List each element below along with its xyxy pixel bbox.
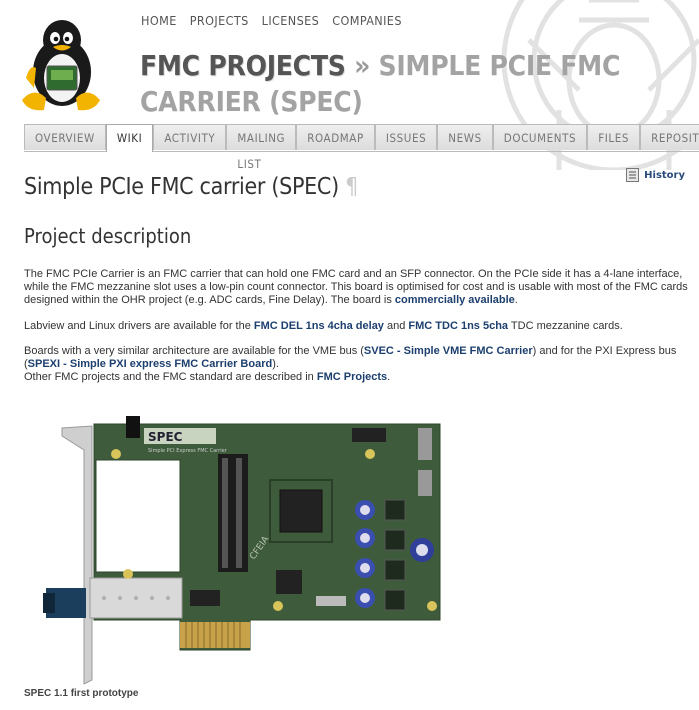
wiki-content: History Simple PCIe FMC carrier (SPEC) ¶… xyxy=(24,160,692,384)
para3-text-1: Boards with a very similar architecture … xyxy=(24,345,364,357)
paragraph-drivers: Labview and Linux drivers are available … xyxy=(24,320,692,333)
tab-documents[interactable]: DOCUMENTS xyxy=(492,124,588,150)
tux-logo[interactable] xyxy=(18,16,104,112)
tab-overview[interactable]: OVERVIEW xyxy=(24,124,106,150)
paragraph-description: The FMC PCIe Carrier is an FMC carrier t… xyxy=(24,268,692,307)
para2-text-1: Labview and Linux drivers are available … xyxy=(24,320,254,332)
paragraph-similar-boards: Boards with a very similar architecture … xyxy=(24,345,692,371)
top-nav: HOME PROJECTS LICENSES COMPANIES xyxy=(141,13,415,28)
spec-board-image: SPEC Simple PCI Express FMC Carrier CFEI… xyxy=(43,416,441,685)
project-title: FMC PROJECTS » SIMPLE PCIE FMC CARRIER (… xyxy=(140,48,680,120)
fmc-tdc-link[interactable]: FMC TDC 1ns 5cha xyxy=(408,320,508,332)
page-title-text: Simple PCIe FMC carrier (SPEC) xyxy=(24,174,339,200)
commercially-available-link[interactable]: commercially available xyxy=(395,294,515,306)
tab-repository[interactable]: REPOSITORY xyxy=(640,124,699,150)
project-tabs: OVERVIEW WIKI ACTIVITY MAILING LIST ROAD… xyxy=(24,124,699,171)
history-icon xyxy=(626,168,640,182)
title-separator: » xyxy=(354,49,371,82)
history-label: History xyxy=(644,169,685,181)
nav-licenses[interactable]: LICENSES xyxy=(262,13,320,28)
fmc-del-link[interactable]: FMC DEL 1ns 4cha delay xyxy=(254,320,384,332)
tab-roadmap[interactable]: ROADMAP xyxy=(296,124,375,150)
image-caption: SPEC 1.1 first prototype xyxy=(24,688,139,699)
tab-wiki[interactable]: WIKI xyxy=(105,124,154,152)
nav-companies[interactable]: COMPANIES xyxy=(332,13,402,28)
nav-home[interactable]: HOME xyxy=(141,13,177,28)
para2-text-2: and xyxy=(383,320,409,332)
header: HOME PROJECTS LICENSES COMPANIES FMC PRO… xyxy=(0,0,699,170)
nav-projects[interactable]: PROJECTS xyxy=(190,13,249,28)
svec-link[interactable]: SVEC - Simple VME FMC Carrier xyxy=(364,345,533,357)
para2-text-3: TDC mezzanine cards. xyxy=(508,320,623,332)
tab-mailing-list[interactable]: MAILING LIST xyxy=(226,124,297,171)
para4-text-1: Other FMC projects and the FMC standard … xyxy=(24,371,317,383)
board-label: SPEC xyxy=(148,430,183,444)
board-sublabel: Simple PCI Express FMC Carrier xyxy=(148,448,228,454)
tab-news[interactable]: NEWS xyxy=(437,124,493,150)
section-title: Project description xyxy=(24,224,192,248)
tab-issues[interactable]: ISSUES xyxy=(374,124,438,150)
tab-files[interactable]: FILES xyxy=(587,124,641,150)
para1-end: . xyxy=(514,294,518,306)
para1-text: The FMC PCIe Carrier is an FMC carrier t… xyxy=(24,268,688,306)
para3-text-3: ). xyxy=(272,358,279,370)
tab-activity[interactable]: ACTIVITY xyxy=(153,124,227,150)
page-title: Simple PCIe FMC carrier (SPEC) ¶ xyxy=(24,174,692,200)
paragraph-other-projects: Other FMC projects and the FMC standard … xyxy=(24,371,692,384)
spexi-link[interactable]: SPEXI - Simple PXI express FMC Carrier B… xyxy=(28,358,273,370)
para4-text-2: . xyxy=(387,371,391,383)
parent-project-link[interactable]: FMC PROJECTS xyxy=(140,49,346,82)
pilcrow-anchor[interactable]: ¶ xyxy=(345,174,358,200)
fmc-projects-link[interactable]: FMC Projects xyxy=(317,371,387,383)
history-link[interactable]: History xyxy=(626,168,685,182)
